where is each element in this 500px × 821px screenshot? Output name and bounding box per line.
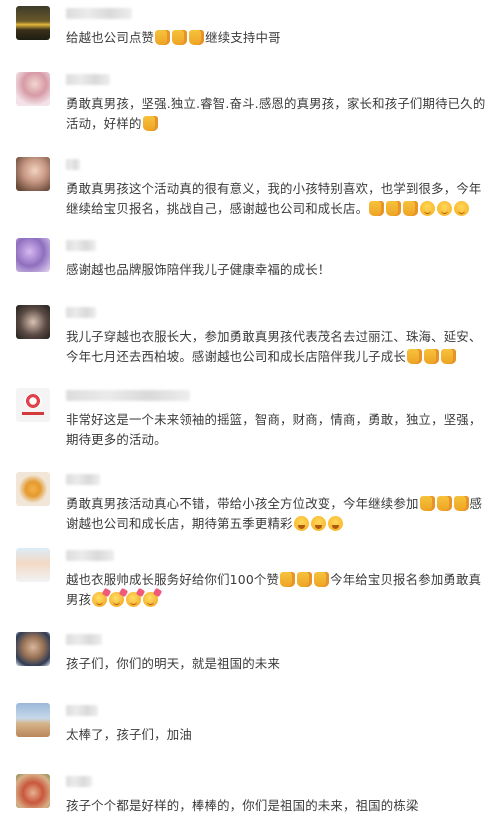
logo-avatar[interactable] — [16, 388, 50, 422]
comment-text: 太棒了，孩子们，加油 — [66, 725, 488, 745]
comment-text: 孩子们，你们的明天，就是祖国的未来 — [66, 654, 488, 674]
thumbs-up-icon — [406, 349, 422, 364]
comment-body: 越也衣服帅成长服务好给你们100个赞 — [66, 572, 280, 587]
comment-text: 孩子个个都是好样的，棒棒的，你们是祖国的未来，祖国的栋梁 — [66, 796, 488, 816]
thumbs-up-icon — [142, 116, 158, 131]
comment-body: 感谢越也品牌服饰陪伴我儿子健康幸福的成长！ — [66, 262, 331, 277]
comment-item: 非常好这是一个未来领袖的摇篮，智商，财商，情商，勇敢，独立，坚强，期待更多的活动… — [0, 388, 500, 447]
comment-text: 勇敢真男孩这个活动真的很有意义，我的小孩特别喜欢，也学到很多，今年继续给宝贝报名… — [66, 179, 488, 219]
thumbs-up-icon — [436, 496, 452, 511]
party-face-icon — [109, 592, 125, 607]
thumbs-up-icon — [369, 201, 385, 216]
beach-avatar[interactable] — [16, 703, 50, 737]
comment-text: 感谢越也品牌服饰陪伴我儿子健康幸福的成长！ — [66, 260, 488, 280]
comment-body: 孩子个个都是好样的，棒棒的，你们是祖国的未来，祖国的栋梁 — [66, 798, 419, 813]
comment-body: 勇敢真男孩这个活动真的很有意义，我的小孩特别喜欢，也学到很多，今年继续给宝贝报名… — [66, 181, 482, 216]
comment-body: 孩子们，你们的明天，就是祖国的未来 — [66, 656, 281, 671]
thumbs-up-icon — [314, 572, 330, 587]
sunset-landscape-avatar[interactable] — [16, 6, 50, 40]
child-avatar[interactable] — [16, 774, 50, 808]
username-blurred[interactable] — [66, 705, 98, 716]
flower-avatar[interactable] — [16, 472, 50, 506]
comment-body: 非常好这是一个未来领袖的摇篮，智商，财商，情商，勇敢，独立，坚强，期待更多的活动… — [66, 412, 482, 447]
woman-portrait-avatar[interactable] — [16, 157, 50, 191]
party-face-icon — [143, 592, 159, 607]
man-portrait-avatar[interactable] — [16, 632, 50, 666]
comment-body: 勇敢真男孩活动真心不错，带给小孩全方位改变，今年继续参加 — [66, 496, 419, 511]
username-blurred[interactable] — [66, 307, 96, 318]
grin-icon — [327, 516, 343, 531]
username-blurred[interactable] — [66, 550, 114, 561]
thumbs-up-icon — [386, 201, 402, 216]
thumbs-up-icon — [189, 30, 205, 45]
comment-body: 给越也公司点赞 — [66, 30, 155, 45]
username-blurred[interactable] — [66, 390, 190, 401]
username-blurred[interactable] — [66, 8, 132, 19]
thumbs-up-icon — [155, 30, 171, 45]
thumbs-up-icon — [172, 30, 188, 45]
comment-text: 给越也公司点赞 继续支持中哥 — [66, 28, 488, 48]
party-face-icon — [92, 592, 108, 607]
comment-text: 勇敢真男孩，坚强.独立.睿智.奋斗.感恩的真男孩，家长和孩子们期待已久的活动，好… — [66, 94, 488, 134]
dark-portrait-avatar[interactable] — [16, 305, 50, 339]
username-blurred[interactable] — [66, 74, 110, 85]
username-blurred[interactable] — [66, 634, 102, 645]
username-blurred[interactable] — [66, 474, 100, 485]
username-blurred[interactable] — [66, 240, 96, 251]
thumbs-up-icon — [453, 496, 469, 511]
grin-icon — [293, 516, 309, 531]
girl-pink-avatar[interactable] — [16, 72, 50, 106]
comment-body: 勇敢真男孩，坚强.独立.睿智.奋斗.感恩的真男孩，家长和孩子们期待已久的活动，好… — [66, 96, 486, 131]
thumbs-up-icon — [423, 349, 439, 364]
smile-icon — [454, 201, 470, 216]
smile-icon — [437, 201, 453, 216]
kids-avatar[interactable] — [16, 548, 50, 582]
comment-body: 太棒了，孩子们，加油 — [66, 727, 192, 742]
comment-feed: 给越也公司点赞 继续支持中哥 勇敢真男孩，坚强.独立.睿智.奋斗.感恩的真男孩，家… — [0, 0, 500, 821]
comment-text: 非常好这是一个未来领袖的摇篮，智商，财商，情商，勇敢，独立，坚强，期待更多的活动… — [66, 410, 488, 450]
username-blurred[interactable] — [66, 159, 80, 170]
party-face-icon — [126, 592, 142, 607]
comment-text: 勇敢真男孩活动真心不错，带给小孩全方位改变，今年继续参加 感谢越也公司和成长店，期… — [66, 494, 488, 534]
thumbs-up-icon — [297, 572, 313, 587]
comment-text: 越也衣服帅成长服务好给你们100个赞 今年给宝贝报名参加勇敢真男孩 — [66, 570, 488, 610]
comment-text: 我儿子穿越也衣服长大，参加勇敢真男孩代表茂名去过丽江、珠海、延安、今年七月还去西… — [66, 327, 488, 367]
thumbs-up-icon — [280, 572, 296, 587]
grin-icon — [310, 516, 326, 531]
username-blurred[interactable] — [66, 776, 92, 787]
thumbs-up-icon — [440, 349, 456, 364]
purple-flowers-avatar[interactable] — [16, 238, 50, 272]
thumbs-up-icon — [403, 201, 419, 216]
thumbs-up-icon — [419, 496, 435, 511]
comment-body-tail: 继续支持中哥 — [205, 30, 281, 45]
smile-icon — [420, 201, 436, 216]
